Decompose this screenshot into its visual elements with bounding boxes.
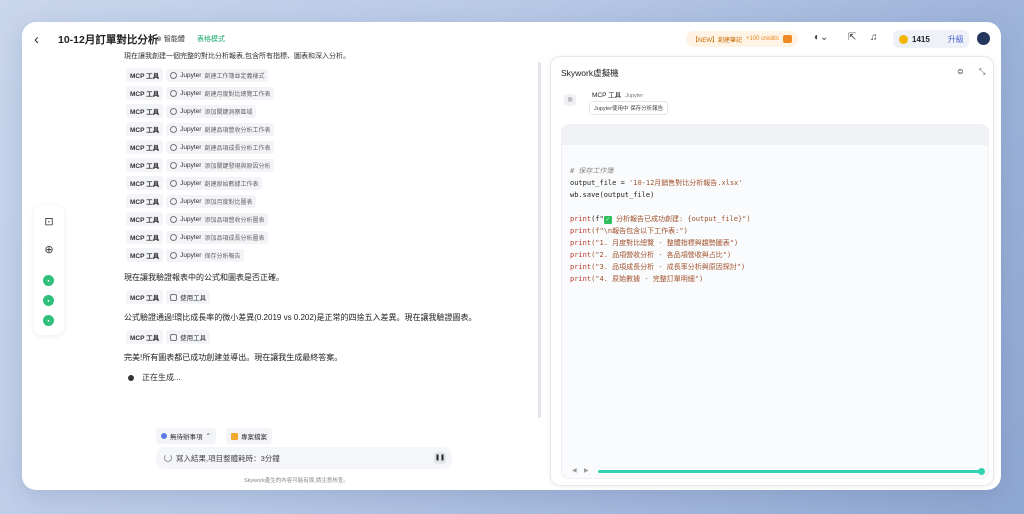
tool-step[interactable]: MCP 工具 Jupyter 添加關鍵洞察區域 bbox=[126, 104, 257, 118]
tool-step[interactable]: MCP 工具 Jupyter 創建原始數據工作表 bbox=[126, 176, 263, 190]
back-arrow-icon[interactable]: ‹ bbox=[34, 31, 48, 48]
new-chat-icon[interactable]: ⊕ bbox=[42, 243, 56, 257]
tool-step[interactable]: MCP 工具 Jupyter 添加關鍵發現與原因分析 bbox=[126, 158, 275, 172]
mode-tag[interactable]: 表格模式 bbox=[197, 34, 225, 44]
message-text: 公式驗證通過!環比成長率的微小差異(0.2019 vs 0.202)是正常的四捨… bbox=[124, 313, 477, 322]
app-dot-icon[interactable]: ● bbox=[43, 295, 54, 306]
app-dot-icon[interactable]: ● bbox=[43, 315, 54, 326]
message-text: 現在讓我驗證報表中的公式和圖表是否正確。 bbox=[124, 273, 284, 282]
chevron-up-icon: ⌃ bbox=[205, 433, 211, 440]
code-block: # 保存工作簿 output_file = '10-12月銷售對比分析報告.xl… bbox=[570, 167, 751, 283]
bullet-icon bbox=[128, 374, 134, 381]
bell-icon[interactable]: ♫ bbox=[870, 32, 878, 43]
coin-icon bbox=[899, 34, 908, 44]
generating-status: 正在生成... bbox=[128, 372, 181, 383]
panel-title: Skywork虛擬機 bbox=[561, 68, 619, 78]
tool-step[interactable]: MCP 工具 Jupyter 添加品項成長分析圖表 bbox=[126, 230, 269, 244]
playback-progress[interactable] bbox=[598, 470, 982, 473]
jupyter-icon bbox=[170, 125, 178, 133]
message-text: 完美!所有圖表都已成功創建並導出。現在讓我生成最終答案。 bbox=[124, 353, 343, 362]
jupyter-icon bbox=[170, 89, 178, 97]
checkmark-icon: ✓ bbox=[603, 216, 612, 224]
jupyter-icon bbox=[170, 179, 178, 187]
app-dot-icon[interactable]: ● bbox=[43, 275, 54, 286]
tool-icon bbox=[170, 333, 178, 341]
gift-icon bbox=[782, 35, 792, 43]
robot-icon: ⊚ bbox=[156, 36, 162, 43]
collapse-icon[interactable]: ⤡ bbox=[979, 67, 985, 77]
disclaimer: Skywork產生的內容可能有誤,請注意核查。 bbox=[244, 478, 349, 484]
pause-button[interactable]: ❚❚ bbox=[434, 452, 446, 464]
tool-status-tag: Jupyter使用中 保存分析報告 bbox=[589, 101, 669, 115]
jupyter-icon: ◎ bbox=[564, 94, 576, 106]
share-icon[interactable]: ⇱ bbox=[848, 32, 856, 43]
project-files-chip[interactable]: 專案檔案 bbox=[225, 428, 272, 444]
jupyter-icon bbox=[170, 197, 178, 205]
tool-name: MCP 工具 Jupyter bbox=[592, 92, 644, 99]
composer-chips: 無待辦事項 ⌃ 專案檔案 bbox=[156, 428, 272, 444]
virtual-machine-panel: Skywork虛擬機 ⊜ ⤡ ◎ MCP 工具 Jupyter Jupyter使用… bbox=[550, 56, 994, 486]
assistant-icon[interactable]: ◐⌄ bbox=[814, 32, 828, 43]
progress-handle[interactable] bbox=[978, 468, 985, 475]
folder-icon bbox=[230, 432, 238, 440]
tool-step[interactable]: MCP 工具 Jupyter 創建工作簿並定義樣式 bbox=[126, 68, 269, 82]
app-window: ‹ 10-12月訂單對比分析 ⊚ 智能體 表格模式 【NEW】創建筆記 +100… bbox=[22, 22, 1001, 490]
next-icon[interactable]: ▶ bbox=[584, 467, 589, 474]
jupyter-icon bbox=[170, 161, 178, 169]
tool-step[interactable]: MCP 工具 使用工具 bbox=[126, 290, 211, 304]
jupyter-icon bbox=[170, 215, 178, 223]
avatar[interactable] bbox=[977, 32, 990, 45]
tool-step[interactable]: MCP 工具 Jupyter 創建月度對比總覽工作表 bbox=[126, 86, 275, 100]
sidebar-toggle-icon[interactable]: ⊡ bbox=[42, 215, 56, 229]
tool-step[interactable]: MCP 工具 Jupyter 保存分析報告 bbox=[126, 248, 245, 262]
loading-icon bbox=[164, 454, 172, 462]
tool-step[interactable]: MCP 工具 Jupyter 添加月度對比圖表 bbox=[126, 194, 257, 208]
pin-icon[interactable]: ⊜ bbox=[957, 67, 964, 76]
credits-box[interactable]: 1415 升級 bbox=[893, 30, 969, 48]
prev-icon[interactable]: ◀ bbox=[572, 467, 577, 474]
status-input-bar[interactable]: 寫入結果,項目整體耗時：3分鐘 ❚❚ bbox=[156, 447, 452, 469]
agent-tag[interactable]: ⊚ 智能體 bbox=[156, 34, 185, 44]
tool-icon bbox=[170, 293, 178, 301]
todo-icon bbox=[161, 433, 167, 439]
jupyter-icon bbox=[170, 233, 178, 241]
upgrade-button[interactable]: 升級 bbox=[948, 34, 964, 45]
tool-step[interactable]: MCP 工具 使用工具 bbox=[126, 330, 211, 344]
jupyter-icon bbox=[170, 143, 178, 151]
tool-step[interactable]: MCP 工具 Jupyter 添加品項營收分析圖表 bbox=[126, 212, 269, 226]
tool-step[interactable]: MCP 工具 Jupyter 創建品項營收分析工作表 bbox=[126, 122, 275, 136]
side-toolbar: ⊡ ⊕ ● ● ● bbox=[34, 205, 64, 335]
new-note-banner[interactable]: 【NEW】創建筆記 +100 credits bbox=[686, 31, 798, 47]
todo-chip[interactable]: 無待辦事項 ⌃ bbox=[156, 428, 216, 444]
code-viewer: # 保存工作簿 output_file = '10-12月銷售對比分析報告.xl… bbox=[561, 124, 989, 479]
message-text: 現在讓我創建一個完整的對比分析報表,包含所有指標、圖表和深入分析。 bbox=[124, 53, 350, 60]
page-title: 10-12月訂單對比分析 bbox=[58, 34, 159, 46]
tool-step[interactable]: MCP 工具 Jupyter 創建品項成長分析工作表 bbox=[126, 140, 275, 154]
jupyter-icon bbox=[170, 251, 178, 259]
jupyter-icon bbox=[170, 71, 178, 79]
code-header bbox=[562, 125, 988, 145]
jupyter-icon bbox=[170, 107, 178, 115]
chat-scrollbar[interactable] bbox=[538, 62, 541, 418]
